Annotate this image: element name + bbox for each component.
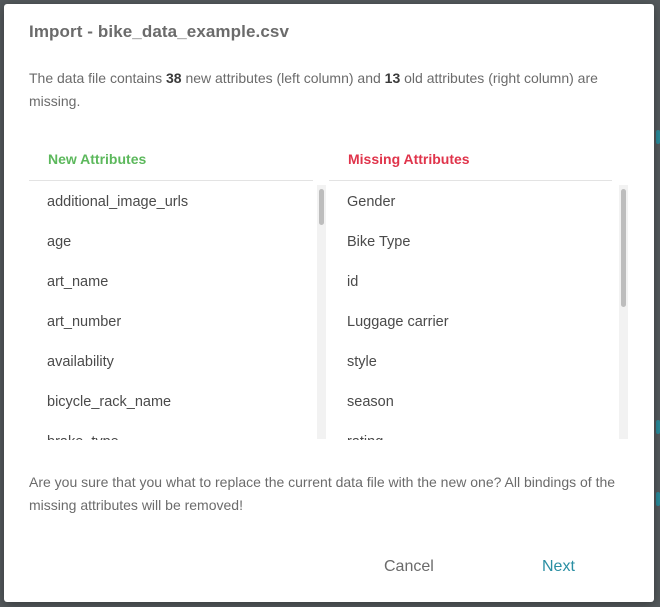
- background-accent: [656, 420, 660, 434]
- list-item: Luggage carrier: [347, 314, 449, 330]
- list-item: availability: [47, 354, 114, 370]
- list-item: rating: [329, 422, 612, 440]
- list-item: age: [47, 234, 72, 250]
- list-item: Gender: [347, 194, 396, 210]
- missing-attributes-scrollbar[interactable]: [619, 185, 628, 439]
- next-button[interactable]: Next: [534, 554, 583, 580]
- new-attributes-scrollbar[interactable]: [317, 185, 326, 439]
- background-accent: [656, 492, 660, 506]
- new-attributes-header: New Attributes: [48, 151, 147, 167]
- list-item: brake_type: [29, 422, 313, 440]
- dialog-title: Import - bike_data_example.csv: [29, 22, 290, 41]
- missing-attributes-header: Missing Attributes: [348, 151, 470, 167]
- new-attributes-list[interactable]: additional_image_urls age art_name art_n…: [29, 180, 313, 440]
- list-item: season: [347, 394, 394, 410]
- scrollbar-thumb[interactable]: [621, 189, 626, 307]
- list-item: additional_image_urls: [47, 194, 189, 210]
- replace-warning: Are you sure that you what to replace th…: [29, 474, 616, 513]
- missing-attributes-count: 13: [384, 70, 401, 86]
- import-summary: The data file contains 38 new attributes…: [29, 67, 634, 113]
- cancel-button[interactable]: Cancel: [376, 554, 442, 580]
- background-accent: [656, 130, 660, 144]
- new-attributes-count: 38: [165, 70, 182, 86]
- list-item: bicycle_rack_name: [47, 394, 172, 410]
- summary-prefix: The data file contains: [29, 70, 166, 86]
- scrollbar-thumb[interactable]: [319, 189, 324, 225]
- list-item: art_number: [47, 314, 122, 330]
- list-item: id: [347, 274, 359, 290]
- summary-middle: new attributes (left column) and: [181, 70, 385, 86]
- list-item: art_name: [47, 274, 109, 290]
- list-item: style: [347, 354, 377, 370]
- import-dialog: Import - bike_data_example.csv The data …: [4, 4, 654, 602]
- missing-attributes-list[interactable]: Gender Bike Type id Luggage carrier styl…: [329, 180, 612, 440]
- list-item: Bike Type: [347, 234, 411, 250]
